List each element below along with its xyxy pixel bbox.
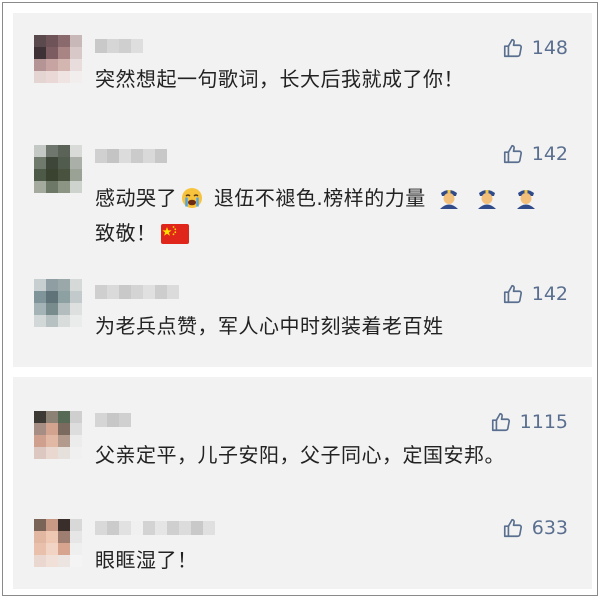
- comment-text: 突然想起一句歌词，长大后我就成了你！: [95, 67, 464, 91]
- thumbs-up-icon: [503, 518, 522, 538]
- comments-panel-bottom: 1115 父亲定平，儿子安阳，父子同心，定国安邦。 633 眼眶湿了！: [13, 377, 592, 589]
- avatar[interactable]: [34, 411, 82, 459]
- thumbs-up-icon: [491, 412, 510, 432]
- police-officer-icon: [475, 185, 499, 218]
- username-blurred[interactable]: [95, 149, 167, 163]
- police-officer-icon: [437, 185, 461, 218]
- like-button[interactable]: 633: [502, 515, 568, 541]
- china-flag-icon: [160, 222, 189, 253]
- comment-item: 633 眼眶湿了！: [13, 487, 592, 589]
- comment-item: 142 感动哭了 退伍不褪色.榜样的力量 致敬！: [13, 123, 592, 263]
- like-count: 633: [531, 517, 568, 539]
- comment-text-part: 致敬！: [95, 221, 157, 245]
- crying-face-icon: [181, 187, 203, 218]
- like-button[interactable]: 148: [502, 35, 568, 61]
- comment-text: 眼眶湿了！: [95, 548, 198, 572]
- like-button[interactable]: 1115: [490, 409, 568, 435]
- username-blurred[interactable]: [95, 521, 215, 535]
- like-button[interactable]: 142: [502, 281, 568, 307]
- comment-item: 148 突然想起一句歌词，长大后我就成了你！: [13, 13, 592, 123]
- comment-text: 为老兵点赞，军人心中时刻装着老百姓: [95, 314, 444, 338]
- username-blurred[interactable]: [95, 39, 143, 53]
- like-count: 142: [531, 283, 568, 305]
- thumbs-up-icon: [503, 38, 522, 58]
- like-button[interactable]: 142: [502, 141, 568, 167]
- comment-item: 1115 父亲定平，儿子安阳，父子同心，定国安邦。: [13, 377, 592, 487]
- username-blurred[interactable]: [95, 285, 179, 299]
- avatar[interactable]: [34, 279, 82, 327]
- avatar[interactable]: [34, 35, 82, 83]
- like-count: 148: [531, 37, 568, 59]
- comment-item: 142 为老兵点赞，军人心中时刻装着老百姓: [13, 263, 592, 367]
- comments-panel-top: 148 突然想起一句歌词，长大后我就成了你！ 142 感动哭了 退伍不褪色.榜样…: [13, 13, 592, 367]
- like-count: 142: [531, 143, 568, 165]
- comment-text-part: 感动哭了: [95, 186, 177, 210]
- avatar[interactable]: [34, 519, 82, 567]
- police-officer-icon: [514, 185, 538, 218]
- avatar[interactable]: [34, 145, 82, 193]
- screenshot-frame: 148 突然想起一句歌词，长大后我就成了你！ 142 感动哭了 退伍不褪色.榜样…: [2, 2, 598, 596]
- like-count: 1115: [519, 411, 568, 433]
- comment-text: 父亲定平，儿子安阳，父子同心，定国安邦。: [95, 443, 505, 467]
- comment-text: 感动哭了 退伍不褪色.榜样的力量 致敬！: [95, 183, 575, 253]
- thumbs-up-icon: [503, 144, 522, 164]
- username-blurred[interactable]: [95, 413, 131, 427]
- thumbs-up-icon: [503, 284, 522, 304]
- comment-text-part: 退伍不褪色.榜样的力量: [213, 186, 426, 210]
